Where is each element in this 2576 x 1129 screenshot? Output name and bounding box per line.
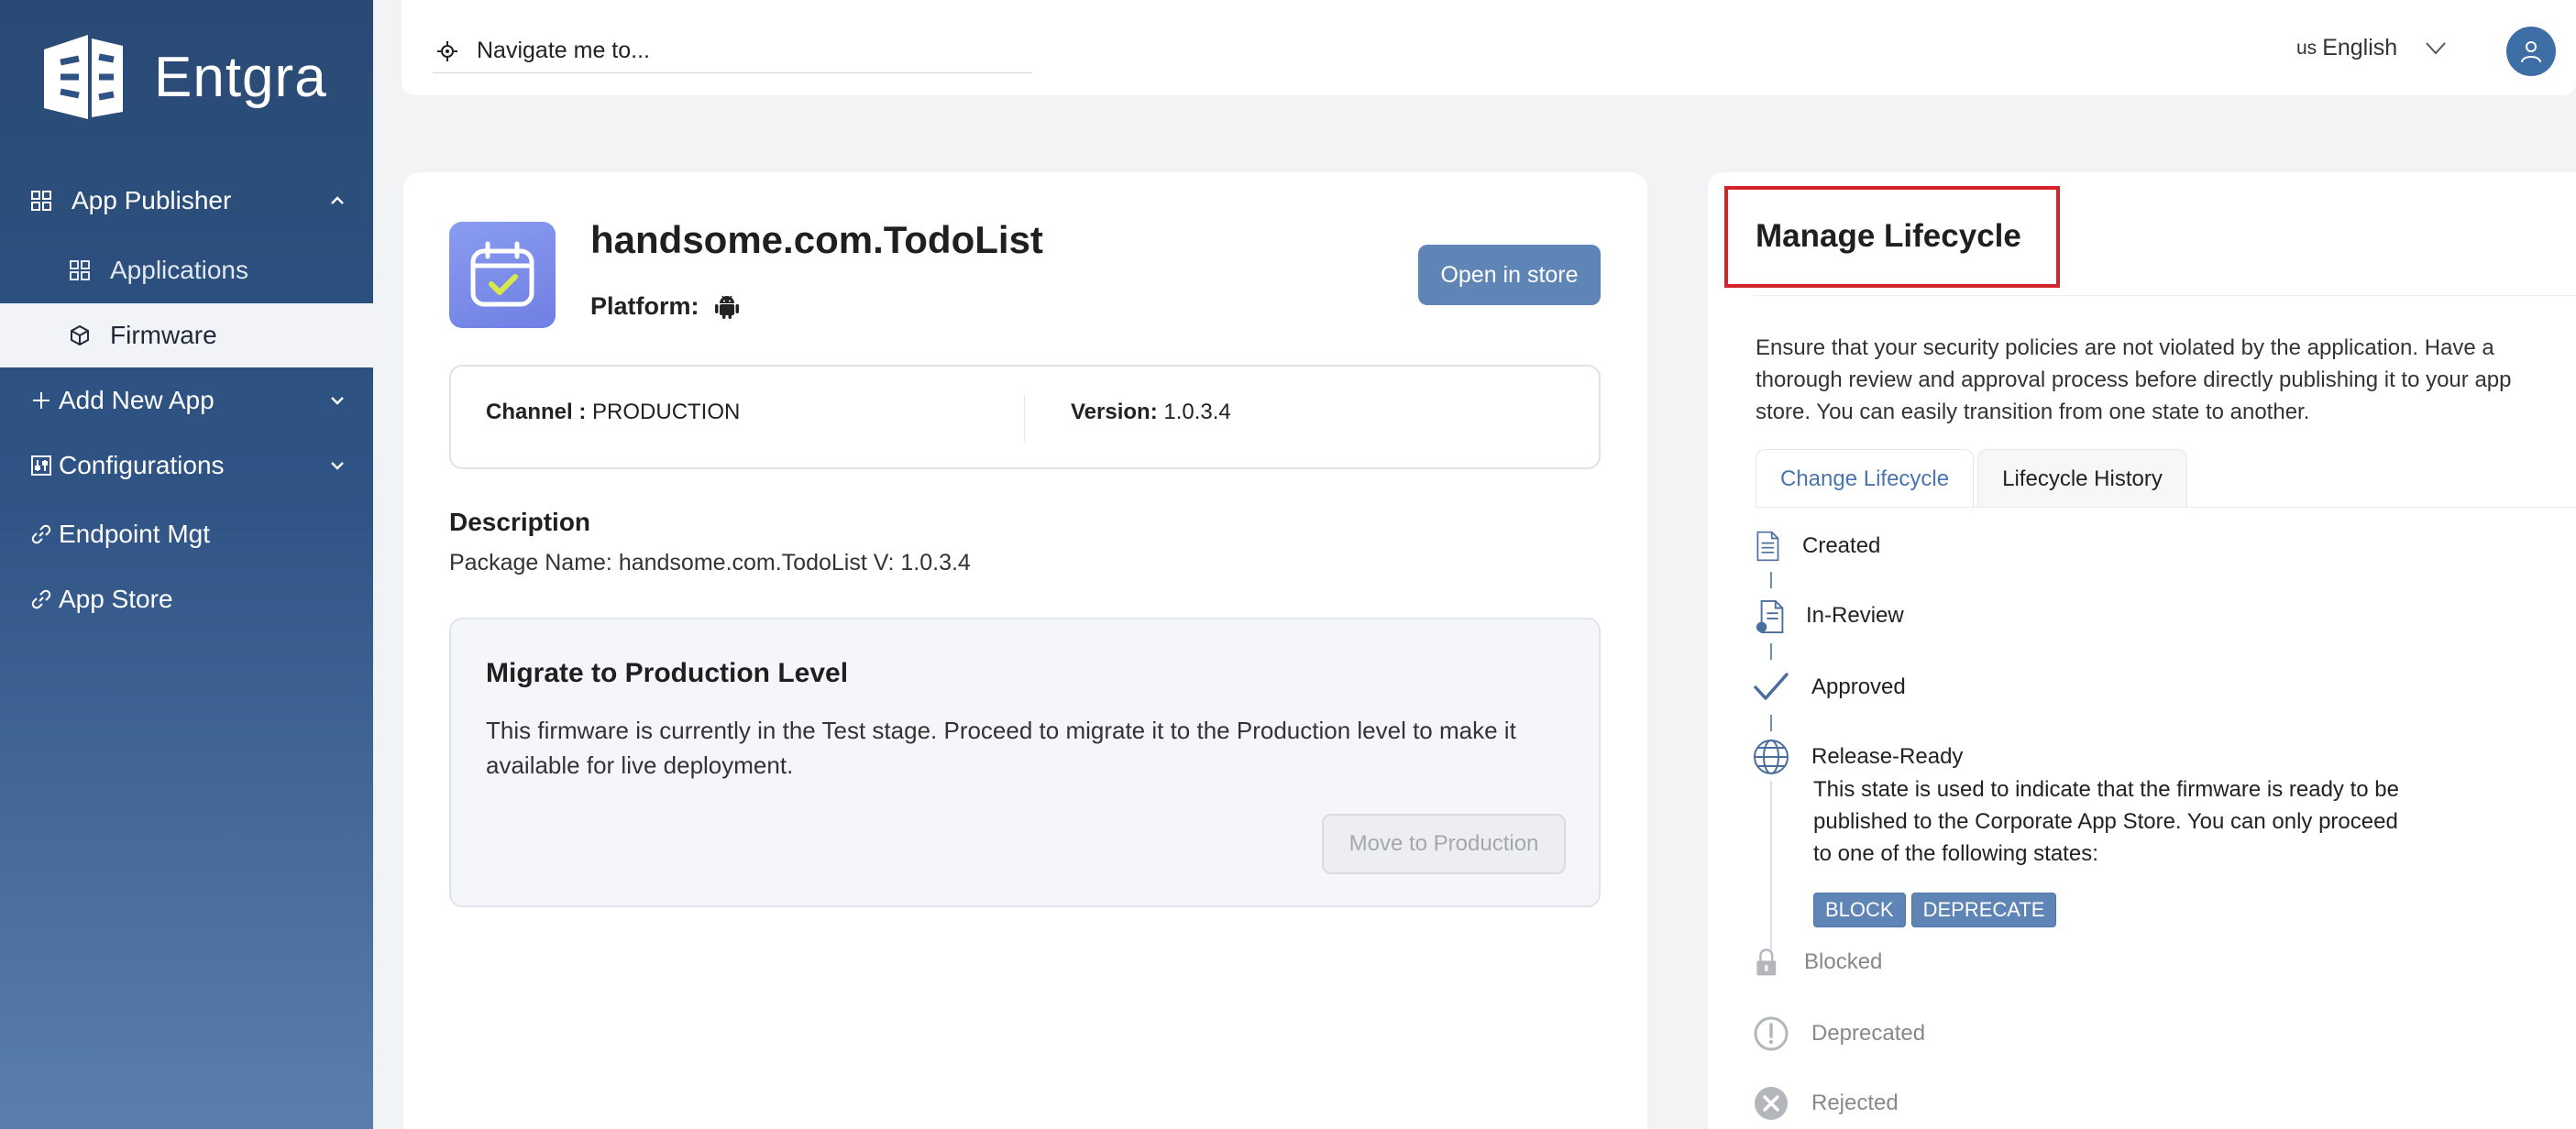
sidebar-item-endpoint-mgt[interactable]: Endpoint Mgt — [0, 502, 373, 566]
link-icon — [29, 522, 53, 546]
lifecycle-title: Manage Lifecycle — [1756, 218, 2021, 254]
step-deprecated: Deprecated — [1753, 1015, 1925, 1052]
step-label: Approved — [1811, 674, 1906, 699]
step-connector — [1770, 643, 1772, 660]
step-connector — [1770, 781, 1772, 951]
crosshair-icon — [437, 40, 457, 61]
android-icon — [714, 295, 739, 319]
step-label: Created — [1802, 533, 1881, 558]
divider — [1024, 394, 1025, 442]
release-ready-description: This state is used to indicate that the … — [1813, 777, 2399, 866]
channel-info: Channel : PRODUCTION — [486, 400, 740, 425]
exclamation-circle-icon — [1754, 1016, 1789, 1051]
document-icon — [1756, 531, 1779, 562]
move-to-production-button[interactable]: Move to Production — [1322, 814, 1566, 874]
grid-icon — [68, 258, 92, 282]
channel-version-box: Channel : PRODUCTION Version: 1.0.3.4 — [449, 365, 1601, 469]
top-bar: us English — [402, 0, 2576, 95]
brand[interactable]: Entgra — [35, 29, 327, 125]
brand-name: Entgra — [154, 45, 327, 109]
lifecycle-card: Manage Lifecycle Ensure that your securi… — [1708, 172, 2576, 1129]
open-in-store-button[interactable]: Open in store — [1418, 245, 1601, 305]
link-icon — [29, 587, 53, 611]
step-label: Blocked — [1804, 949, 1883, 974]
step-rejected: Rejected — [1753, 1085, 1899, 1122]
tab-change-lifecycle[interactable]: Change Lifecycle — [1756, 449, 1975, 508]
divider — [1756, 507, 2576, 508]
chevron-down-icon — [331, 397, 344, 405]
globe-icon — [1754, 740, 1789, 774]
step-connector — [1770, 715, 1772, 731]
lock-icon — [1756, 948, 1777, 976]
sidebar-item-label: Endpoint Mgt — [59, 520, 210, 548]
plus-icon — [29, 389, 53, 412]
sidebar: Entgra App Publisher Applications Firmwa… — [0, 0, 373, 1129]
navigate-search[interactable] — [433, 29, 1032, 73]
deprecate-state-button[interactable]: DEPRECATE — [1910, 893, 2057, 927]
step-label: Rejected — [1811, 1091, 1899, 1115]
check-icon — [1754, 673, 1789, 700]
chevron-up-icon — [331, 196, 344, 204]
app-details-card: handsome.com.TodoList Platform: Open in … — [403, 172, 1647, 1129]
lifecycle-tabs: Change Lifecycle Lifecycle History — [1756, 449, 2191, 508]
sidebar-item-label: Applications — [110, 256, 248, 284]
sidebar-item-label: App Store — [59, 585, 173, 613]
sidebar-item-applications[interactable]: Applications — [0, 238, 373, 302]
chevron-down-icon — [331, 462, 344, 470]
description-title: Description — [449, 508, 591, 536]
step-label: In-Review — [1806, 603, 1904, 628]
entgra-logo-icon — [44, 35, 123, 119]
sidebar-item-app-publisher[interactable]: App Publisher — [0, 169, 373, 233]
step-blocked: Blocked — [1755, 944, 1882, 981]
navigate-input[interactable] — [477, 38, 1018, 64]
block-state-button[interactable]: BLOCK — [1813, 893, 1906, 927]
tab-lifecycle-history[interactable]: Lifecycle History — [1977, 449, 2187, 508]
sidebar-item-add-new-app[interactable]: Add New App — [0, 368, 373, 433]
sidebar-item-app-store[interactable]: App Store — [0, 567, 373, 631]
step-label: Release-Ready — [1811, 744, 1964, 769]
step-label: Deprecated — [1811, 1021, 1926, 1046]
language-selector[interactable]: us English — [2296, 35, 2397, 61]
language-label: English — [2322, 35, 2398, 60]
calendar-check-icon — [470, 241, 534, 307]
step-connector — [1770, 572, 1772, 588]
user-icon — [2521, 41, 2541, 63]
migrate-title: Migrate to Production Level — [486, 658, 849, 688]
cube-icon — [68, 323, 92, 347]
app-title: handsome.com.TodoList — [590, 218, 1043, 261]
sidebar-item-label: App Publisher — [72, 186, 232, 214]
sidebar-item-firmware[interactable]: Firmware — [0, 303, 373, 367]
sidebar-item-label: Add New App — [59, 386, 215, 414]
platform-label: Platform: — [590, 291, 699, 320]
version-label: Version: — [1071, 400, 1158, 424]
app-icon — [449, 222, 556, 328]
description-text: Package Name: handsome.com.TodoList V: 1… — [449, 550, 971, 575]
migrate-text: This firmware is currently in the Test s… — [486, 717, 1516, 779]
lifecycle-intro: Ensure that your security policies are n… — [1756, 335, 2512, 424]
sidebar-item-label: Firmware — [110, 321, 217, 349]
sidebar-item-configurations[interactable]: Configurations — [0, 433, 373, 498]
next-state-buttons: BLOCK DEPRECATE — [1813, 893, 2062, 927]
channel-label: Channel : — [486, 400, 587, 424]
divider — [1754, 295, 2576, 296]
platform-row: Platform: — [590, 291, 742, 321]
step-approved: Approved — [1753, 669, 1906, 706]
close-circle-icon — [1755, 1087, 1788, 1120]
step-in-review: In-Review — [1755, 597, 1904, 636]
avatar[interactable] — [2506, 27, 2556, 76]
version-info: Version: 1.0.3.4 — [1071, 400, 1231, 425]
sliders-icon — [29, 454, 53, 477]
grid-icon — [29, 189, 53, 213]
step-created: Created — [1755, 528, 1880, 564]
migrate-panel: Migrate to Production Level This firmwar… — [449, 618, 1601, 907]
chevron-down-icon[interactable] — [2424, 38, 2448, 59]
step-release-ready: Release-Ready — [1753, 739, 1963, 775]
us-flag-icon: us — [2296, 37, 2317, 59]
version-value: 1.0.3.4 — [1163, 400, 1231, 424]
channel-value: PRODUCTION — [592, 400, 741, 424]
sidebar-item-label: Configurations — [59, 451, 225, 479]
document-review-icon — [1756, 599, 1784, 634]
